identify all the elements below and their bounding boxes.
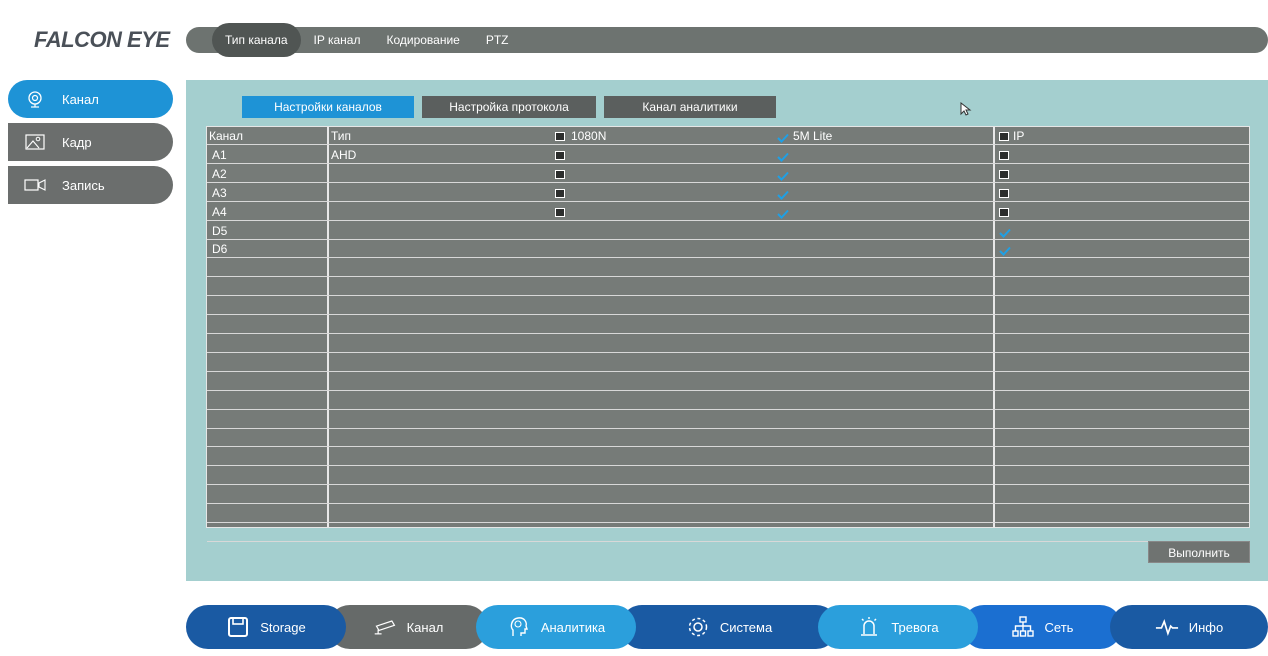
- table-row-empty: [207, 373, 1249, 391]
- sub-tab-bar: Настройки каналов Настройка протокола Ка…: [242, 96, 776, 118]
- header-checkbox-ip[interactable]: [999, 132, 1009, 141]
- column-header-5m-lite: 5M Lite: [793, 129, 833, 143]
- bottom-nav-label: Канал: [406, 619, 444, 635]
- table-row: D6: [207, 240, 1249, 259]
- checkbox-ip[interactable]: [999, 188, 1009, 198]
- pulse-wave-icon: [1155, 616, 1179, 638]
- checkbox-1080n[interactable]: [555, 188, 565, 198]
- tab-ip-channel[interactable]: IP канал: [301, 23, 374, 57]
- checkbox-ip[interactable]: [999, 207, 1009, 217]
- channel-id-cell: A4: [212, 204, 227, 219]
- table-row-empty: [207, 448, 1249, 467]
- bottom-nav-gear[interactable]: Система: [620, 605, 838, 649]
- bottom-nav-label: Система: [719, 619, 773, 635]
- bottom-nav-alarm-beacon[interactable]: Тревога: [818, 605, 978, 649]
- tab-encoding[interactable]: Кодирование: [373, 23, 472, 57]
- checkbox-1080n[interactable]: [555, 169, 565, 179]
- channel-settings-panel: Настройки каналов Настройка протокола Ка…: [186, 80, 1268, 581]
- head-brain-icon: [507, 616, 531, 638]
- subtab-channel-settings[interactable]: Настройки каналов: [242, 96, 414, 118]
- table-row-empty: [207, 316, 1249, 334]
- bottom-nav-label: Инфо: [1188, 619, 1224, 635]
- camera-lens-icon: [24, 90, 46, 108]
- alarm-beacon-icon: [857, 616, 881, 638]
- table-row-empty: [207, 259, 1249, 278]
- sidebar-item-frame[interactable]: Кадр: [8, 123, 173, 161]
- table-row: A4: [207, 203, 1249, 221]
- bottom-nav-cctv-camera[interactable]: Канал: [328, 605, 488, 649]
- bottom-nav-label: Сеть: [1044, 619, 1074, 635]
- checkbox-5m-lite[interactable]: [777, 150, 789, 162]
- network-tree-icon: [1011, 616, 1035, 638]
- apply-button[interactable]: Выполнить: [1148, 541, 1250, 563]
- bottom-nav-floppy-disk[interactable]: Storage: [186, 605, 346, 649]
- channel-id-cell: D5: [212, 223, 228, 238]
- checkbox-ip[interactable]: [999, 244, 1011, 257]
- subtab-protocol-settings[interactable]: Настройка протокола: [422, 96, 596, 118]
- checkbox-1080n[interactable]: [555, 150, 565, 160]
- sidebar-item-record[interactable]: Запись: [8, 166, 173, 204]
- table-header-row: Канал Тип 1080N 5M Lite IP: [207, 127, 1249, 145]
- bottom-nav-pulse-wave[interactable]: Инфо: [1110, 605, 1268, 649]
- table-row-empty: [207, 297, 1249, 316]
- column-header-channel: Канал: [209, 129, 243, 143]
- table-row-empty: [207, 429, 1249, 448]
- brand-logo: FALCON EYE: [34, 27, 170, 52]
- table-row: A1 AHD: [207, 146, 1249, 164]
- bottom-nav-head-brain[interactable]: Аналитика: [476, 605, 636, 649]
- checkbox-ip[interactable]: [999, 169, 1009, 179]
- sidebar: Канал Кадр Запись: [8, 80, 173, 209]
- sidebar-item-label: Запись: [62, 177, 105, 193]
- channel-type-cell: AHD: [331, 147, 357, 162]
- bottom-nav-label: Storage: [260, 619, 306, 635]
- checkbox-1080n[interactable]: [555, 207, 565, 217]
- subtab-analytics-channel[interactable]: Канал аналитики: [604, 96, 776, 118]
- table-row-empty: [207, 524, 1249, 542]
- channel-id-cell: D6: [212, 242, 228, 257]
- image-frame-icon: [24, 133, 46, 151]
- table-row-empty: [207, 411, 1249, 429]
- bottom-nav-network-tree[interactable]: Сеть: [962, 605, 1122, 649]
- channel-table: Канал Тип 1080N 5M Lite IP A1 AHD A2 A3 A4 D5 D6: [206, 126, 1250, 542]
- sidebar-item-channel[interactable]: Канал: [8, 80, 173, 118]
- cctv-camera-icon: [373, 616, 397, 638]
- top-tab-bar: Тип канала IP канал Кодирование PTZ: [186, 23, 1268, 57]
- table-row-empty: [207, 354, 1249, 372]
- table-row-empty: [207, 505, 1249, 523]
- gear-icon: [686, 616, 710, 638]
- video-record-icon: [24, 176, 46, 194]
- sidebar-item-label: Кадр: [62, 134, 92, 150]
- checkbox-5m-lite[interactable]: [777, 188, 789, 200]
- checkbox-ip[interactable]: [999, 150, 1009, 160]
- bottom-nav-label: Аналитика: [540, 619, 606, 635]
- table-row-empty: [207, 335, 1249, 353]
- bottom-nav-label: Тревога: [891, 619, 939, 635]
- table-row-empty: [207, 278, 1249, 297]
- header-checkbox-1080n[interactable]: [555, 132, 565, 141]
- bottom-navigation: Storage Канал Аналитика Система Тревога Сеть И…: [186, 605, 1268, 649]
- header-checkbox-5m-lite[interactable]: [777, 131, 789, 143]
- checkbox-ip[interactable]: [999, 226, 1011, 238]
- column-header-1080n: 1080N: [571, 129, 607, 143]
- table-row: A3: [207, 184, 1249, 202]
- floppy-disk-icon: [226, 616, 250, 638]
- mouse-pointer-icon: [960, 102, 972, 116]
- channel-id-cell: A1: [212, 147, 227, 162]
- checkbox-5m-lite[interactable]: [777, 207, 789, 219]
- tab-channel-type[interactable]: Тип канала: [212, 23, 301, 57]
- table-row: A2: [207, 165, 1249, 183]
- column-header-ip: IP: [1013, 129, 1025, 143]
- tab-ptz[interactable]: PTZ: [473, 23, 522, 57]
- channel-id-cell: A3: [212, 185, 227, 200]
- checkbox-5m-lite[interactable]: [777, 169, 789, 181]
- table-row-empty: [207, 486, 1249, 505]
- table-row-empty: [207, 467, 1249, 486]
- table-row-empty: [207, 392, 1249, 410]
- channel-id-cell: A2: [212, 166, 227, 181]
- sidebar-item-label: Канал: [62, 91, 99, 107]
- column-header-type: Тип: [331, 129, 352, 143]
- table-row: D5: [207, 222, 1249, 240]
